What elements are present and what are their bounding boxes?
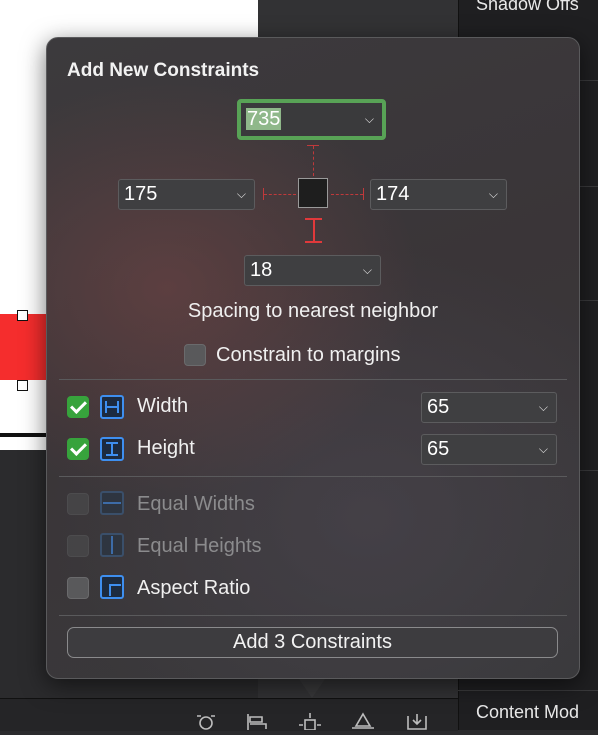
equal-widths-label: Equal Widths <box>137 493 255 515</box>
equal-heights-checkbox[interactable] <box>67 535 89 557</box>
height-label: Height <box>137 437 195 459</box>
chevron-down-icon[interactable]: ⌵ <box>363 256 372 285</box>
width-label: Width <box>137 395 189 417</box>
right-constraint-cap[interactable] <box>363 188 364 200</box>
width-value-field[interactable]: 65 ⌵ <box>421 392 557 423</box>
top-constraint-field[interactable]: 735 ⌵ <box>237 99 386 140</box>
chevron-down-icon[interactable]: ⌵ <box>237 180 246 209</box>
chevron-down-icon[interactable]: ⌵ <box>539 393 548 422</box>
embed-in-icon[interactable] <box>404 712 430 730</box>
spacing-label: Spacing to nearest neighbor <box>187 300 439 322</box>
right-constraint-line[interactable] <box>331 194 363 195</box>
width-value[interactable]: 65 <box>427 393 449 422</box>
popover-title: Add New Constraints <box>67 60 260 81</box>
chevron-down-icon[interactable]: ⌵ <box>539 435 548 464</box>
left-constraint-field[interactable]: 175 ⌵ <box>118 179 255 210</box>
add-constraints-icon[interactable] <box>297 712 323 731</box>
height-constraint-icon <box>100 437 124 461</box>
chevron-down-icon[interactable]: ⌵ <box>489 180 498 209</box>
separator <box>59 615 567 616</box>
constrain-margins-label[interactable]: Constrain to margins <box>216 344 401 367</box>
bottom-constraint-cap[interactable] <box>305 241 322 243</box>
top-constraint-line[interactable] <box>313 146 314 176</box>
height-value[interactable]: 65 <box>427 435 449 464</box>
left-constraint-line[interactable] <box>264 194 296 195</box>
separator <box>59 476 567 477</box>
height-checkbox[interactable] <box>67 438 89 460</box>
aspect-ratio-label: Aspect Ratio <box>137 577 251 599</box>
inspector-label: Shadow Offs <box>476 0 579 14</box>
inspector-label: Content Mod <box>476 702 580 722</box>
constrain-margins-checkbox[interactable] <box>184 344 206 366</box>
bottom-constraint-line[interactable] <box>313 218 315 242</box>
equal-heights-icon <box>100 533 124 557</box>
left-constraint-value[interactable]: 175 <box>124 180 157 209</box>
bottom-constraint-field[interactable]: 18 ⌵ <box>244 255 381 286</box>
bottom-constraint-value[interactable]: 18 <box>250 256 272 285</box>
aspect-ratio-checkbox[interactable] <box>67 577 89 599</box>
right-constraint-value[interactable]: 174 <box>376 180 409 209</box>
height-value-field[interactable]: 65 ⌵ <box>421 434 557 465</box>
chevron-down-icon[interactable]: ⌵ <box>365 103 374 136</box>
inspector-divider <box>458 690 598 691</box>
add-constraints-button[interactable]: Add 3 Constraints <box>67 627 558 658</box>
separator <box>59 379 567 380</box>
resize-handle-top[interactable] <box>17 310 28 321</box>
resize-handle-bottom[interactable] <box>17 380 28 391</box>
canvas-toolbar <box>0 698 458 731</box>
add-constraints-popover: Add New Constraints 735 ⌵ 175 ⌵ 174 ⌵ 18… <box>46 37 580 679</box>
align-icon[interactable] <box>244 712 270 730</box>
width-checkbox[interactable] <box>67 396 89 418</box>
equal-widths-icon <box>100 491 124 515</box>
constraint-view-square <box>298 178 328 208</box>
equal-heights-label: Equal Heights <box>137 535 262 557</box>
update-frames-icon[interactable] <box>193 712 219 730</box>
resolve-issues-icon[interactable] <box>350 712 376 730</box>
selected-red-view[interactable] <box>0 314 50 380</box>
right-constraint-field[interactable]: 174 ⌵ <box>370 179 507 210</box>
width-constraint-icon <box>100 395 124 419</box>
top-constraint-value[interactable]: 735 <box>246 108 282 130</box>
popover-arrow <box>297 676 327 698</box>
aspect-ratio-icon <box>100 575 124 599</box>
equal-widths-checkbox[interactable] <box>67 493 89 515</box>
